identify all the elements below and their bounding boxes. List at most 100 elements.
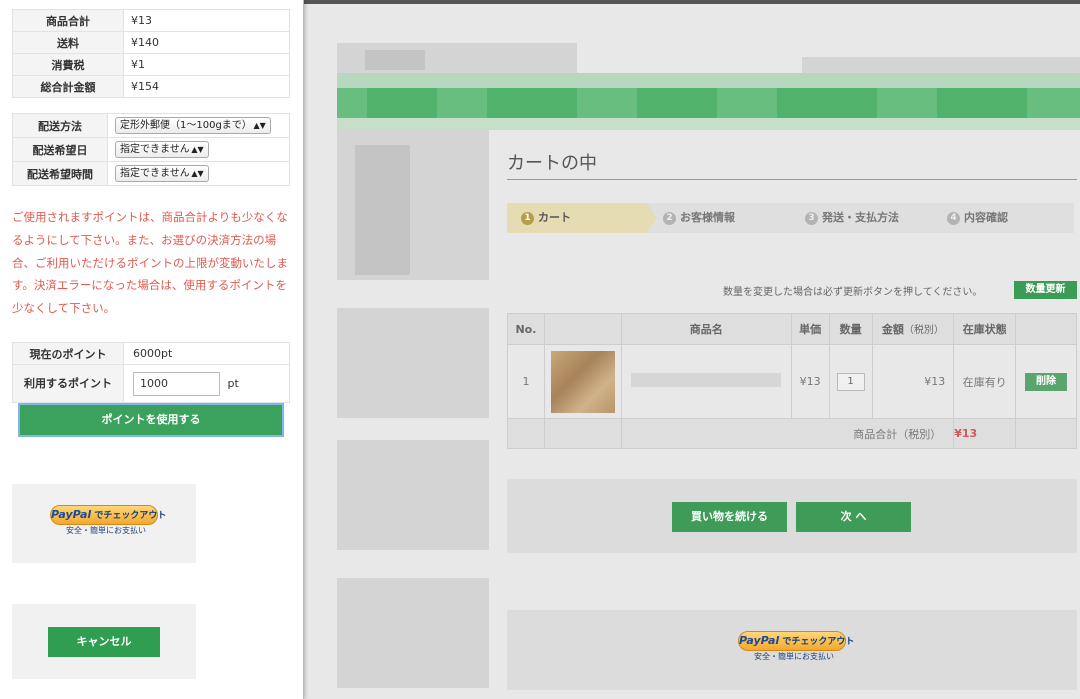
header-green-band bbox=[337, 73, 1080, 89]
blurred-left-column-block bbox=[337, 440, 489, 550]
paypal-checkout-box: PayPal でチェックアウト 安全・簡単にお支払い bbox=[12, 484, 196, 563]
continue-shopping-button[interactable]: 買い物を続ける bbox=[672, 502, 787, 532]
blurred-nav-bar bbox=[337, 88, 1080, 118]
item-stock: 在庫有り bbox=[953, 344, 1017, 419]
step-number-icon: 1 bbox=[521, 211, 534, 225]
step-cart: 1 カート bbox=[507, 203, 657, 233]
table-row: 配送方法 定形外郵便（1〜100gまで） ▲▼ bbox=[12, 113, 290, 138]
step-label: 内容確認 bbox=[964, 211, 1008, 224]
table-row: 現在のポイント 6000pt bbox=[12, 342, 290, 365]
quantity-update-note: 数量を変更した場合は必ず更新ボタンを押してください。 bbox=[723, 287, 983, 298]
step-number-icon: 4 bbox=[947, 211, 960, 225]
paypal-checkout-button[interactable]: PayPal でチェックアウト bbox=[738, 631, 854, 651]
paypal-checkout-label: でチェックアウト bbox=[94, 511, 167, 521]
header-green-strip bbox=[337, 118, 1080, 130]
cart-actions: 買い物を続ける 次 へ bbox=[507, 479, 1077, 553]
cart-title-divider bbox=[507, 179, 1077, 180]
item-action-cell: 削除 bbox=[1015, 344, 1077, 419]
step-shipping-payment: 3 発送・支払方法 bbox=[805, 203, 899, 233]
table-row: 消費税 ¥1 bbox=[12, 53, 290, 76]
total-label: 総合計金額 bbox=[12, 75, 124, 98]
amount-header-note: （税別） bbox=[903, 325, 944, 336]
paypal-logo: PayPal bbox=[739, 634, 780, 647]
total-label: 送料 bbox=[12, 31, 124, 54]
total-value: ¥140 bbox=[123, 31, 290, 54]
amount-header-label: 金額 bbox=[881, 323, 904, 336]
quantity-input[interactable]: 1 bbox=[836, 372, 865, 391]
blurred-header-links bbox=[802, 57, 1080, 73]
total-value: ¥13 bbox=[123, 9, 290, 32]
delivery-time-value: 指定できません bbox=[120, 168, 190, 179]
item-qty-cell: 1 bbox=[828, 344, 873, 419]
table-row: 商品合計 ¥13 bbox=[12, 9, 290, 32]
cart-title: カートの中 bbox=[507, 153, 597, 174]
points-table: 現在のポイント 6000pt 利用するポイント 1000 pt bbox=[12, 342, 290, 403]
delete-button[interactable]: 削除 bbox=[1025, 372, 1068, 391]
shipping-method-label: 配送方法 bbox=[12, 113, 108, 138]
step-confirm: 4 内容確認 bbox=[947, 203, 1008, 233]
item-name-cell bbox=[620, 344, 792, 419]
select-arrows-icon: ▲▼ bbox=[191, 145, 204, 154]
total-label: 商品合計 bbox=[12, 9, 124, 32]
delivery-time-select[interactable]: 指定できません ▲▼ bbox=[115, 165, 209, 182]
item-thumbnail-cell bbox=[543, 344, 622, 419]
table-row: 総合計金額 ¥154 bbox=[12, 75, 290, 98]
use-points-input[interactable]: 1000 bbox=[133, 371, 220, 396]
use-points-label: 利用するポイント bbox=[12, 364, 124, 403]
blurred-logo-part bbox=[365, 50, 425, 70]
col-header-action bbox=[1015, 313, 1077, 345]
col-header-stock: 在庫状態 bbox=[953, 313, 1017, 345]
col-header-unit-price: 単価 bbox=[790, 313, 830, 345]
col-header-no: No. bbox=[507, 313, 545, 345]
paypal-checkout-button[interactable]: PayPal でチェックアウト bbox=[50, 505, 166, 525]
shipping-options-table: 配送方法 定形外郵便（1〜100gまで） ▲▼ 配送希望日 指定できません ▲▼ 配… bbox=[12, 113, 290, 186]
subtotal-value: ¥13 bbox=[953, 418, 1017, 449]
table-row: 1 ¥13 1 ¥13 在庫有り 削除 bbox=[507, 344, 1077, 419]
blurred-product-name[interactable] bbox=[631, 373, 782, 387]
order-totals-table: 商品合計 ¥13 送料 ¥140 消費税 ¥1 総合計金額 ¥154 bbox=[12, 9, 290, 98]
total-label: 消費税 bbox=[12, 53, 124, 76]
step-number-icon: 3 bbox=[805, 211, 818, 225]
shipping-method-value: 定形外郵便（1〜100gまで） bbox=[120, 120, 252, 131]
total-value: ¥154 bbox=[123, 75, 290, 98]
product-thumbnail[interactable] bbox=[550, 350, 615, 413]
table-row: 利用するポイント 1000 pt bbox=[12, 364, 290, 403]
shipping-method-select[interactable]: 定形外郵便（1〜100gまで） ▲▼ bbox=[115, 117, 271, 134]
cancel-box: キャンセル bbox=[12, 604, 196, 679]
points-notice: ご使用されますポイントは、商品合計よりも少なくなるようにして下さい。また、お選び… bbox=[12, 210, 288, 316]
total-value: ¥1 bbox=[123, 53, 290, 76]
col-header-amount: 金額（税別） bbox=[871, 313, 955, 345]
col-header-image bbox=[543, 313, 622, 345]
step-number-icon: 2 bbox=[663, 211, 676, 225]
paypal-checkout-area: PayPal でチェックアウト 安全・簡単にお支払い bbox=[507, 610, 1077, 690]
blurred-left-column-part bbox=[355, 145, 410, 275]
use-points-button[interactable]: ポイントを使用する bbox=[18, 403, 284, 437]
cart-table: No. 商品名 単価 数量 金額（税別） 在庫状態 1 ¥13 1 ¥13 在庫… bbox=[507, 313, 1077, 449]
step-label: 発送・支払方法 bbox=[822, 211, 899, 224]
col-header-qty: 数量 bbox=[828, 313, 873, 345]
delivery-date-label: 配送希望日 bbox=[12, 137, 108, 162]
table-row: 配送希望時間 指定できません ▲▼ bbox=[12, 161, 290, 186]
step-customer-info: 2 お客様情報 bbox=[663, 203, 735, 233]
select-arrows-icon: ▲▼ bbox=[253, 121, 266, 130]
paypal-subtitle: 安全・簡単にお支払い bbox=[754, 652, 834, 661]
current-points-value: 6000pt bbox=[123, 342, 290, 365]
subtotal-label: 商品合計（税別） bbox=[620, 418, 955, 449]
delivery-time-label: 配送希望時間 bbox=[12, 161, 108, 186]
next-button[interactable]: 次 へ bbox=[796, 502, 911, 532]
step-label: お客様情報 bbox=[680, 211, 735, 224]
blurred-left-column-block bbox=[337, 578, 489, 688]
item-unit-price: ¥13 bbox=[790, 344, 830, 419]
paypal-subtitle: 安全・簡単にお支払い bbox=[66, 526, 146, 535]
delivery-date-select[interactable]: 指定できません ▲▼ bbox=[115, 141, 209, 158]
paypal-checkout-label: でチェックアウト bbox=[782, 637, 855, 647]
points-unit: pt bbox=[227, 376, 239, 390]
delivery-date-value: 指定できません bbox=[120, 144, 190, 155]
table-row: 配送希望日 指定できません ▲▼ bbox=[12, 137, 290, 162]
table-row: 送料 ¥140 bbox=[12, 31, 290, 54]
blurred-left-column-block bbox=[337, 308, 489, 418]
update-quantity-button[interactable]: 数量更新 bbox=[1014, 281, 1077, 299]
cancel-button[interactable]: キャンセル bbox=[48, 627, 160, 657]
paypal-logo: PayPal bbox=[51, 508, 92, 521]
subtotal-row: 商品合計（税別） ¥13 bbox=[507, 418, 1077, 449]
